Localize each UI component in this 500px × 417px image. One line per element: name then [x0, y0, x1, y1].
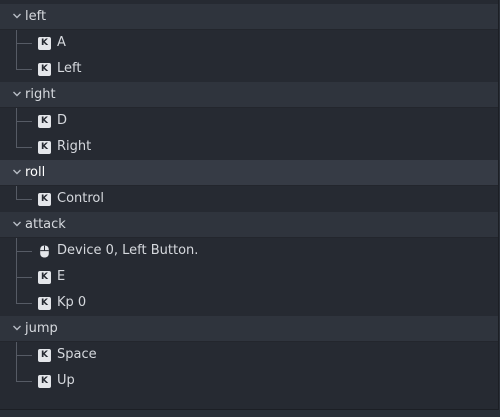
tree-guide-branch — [16, 69, 32, 70]
keyboard-key-icon: K — [38, 297, 51, 310]
input-map-tree[interactable]: left K A K Left right K D K Right roll K Control atta… — [0, 0, 499, 410]
tree-guide-branch — [16, 251, 32, 252]
tree-guide-branch — [16, 277, 32, 278]
mouse-icon — [40, 245, 49, 258]
tree-guide-branch — [16, 43, 32, 44]
chevron-down-icon[interactable] — [12, 11, 22, 21]
event-label: Left — [57, 61, 82, 76]
tree-guide-branch — [16, 199, 32, 200]
keyboard-key-icon: K — [38, 37, 51, 50]
chevron-down-icon[interactable] — [12, 89, 22, 99]
tree-guide-branch — [16, 381, 32, 382]
chevron-down-icon[interactable] — [12, 323, 22, 333]
event-row[interactable]: K Kp 0 — [0, 290, 498, 316]
event-row[interactable]: KE — [0, 264, 498, 290]
keyboard-key-icon: K — [38, 349, 51, 362]
event-label: Space — [57, 347, 97, 362]
event-row[interactable]: KA — [0, 30, 498, 56]
tree-guide-branch — [16, 355, 32, 356]
action-row-roll[interactable]: roll — [0, 160, 498, 186]
action-name: roll — [25, 165, 46, 180]
event-label: Device 0, Left Button. — [57, 243, 199, 258]
event-label: A — [57, 35, 66, 50]
action-row-left[interactable]: left — [0, 4, 498, 30]
keyboard-key-icon: K — [38, 63, 51, 76]
event-row[interactable]: KD — [0, 108, 498, 134]
event-row[interactable]: Device 0, Left Button. — [0, 238, 498, 264]
event-label: Up — [57, 373, 75, 388]
action-name: right — [25, 87, 56, 102]
action-row-jump[interactable]: jump — [0, 316, 498, 342]
chevron-down-icon[interactable] — [12, 219, 22, 229]
keyboard-key-icon: K — [38, 115, 51, 128]
event-label: Right — [57, 139, 92, 154]
event-row[interactable]: K Up — [0, 368, 498, 394]
keyboard-key-icon: K — [38, 193, 51, 206]
keyboard-key-icon: K — [38, 141, 51, 154]
event-label: E — [57, 269, 66, 284]
event-row[interactable]: K Space — [0, 342, 498, 368]
action-row-attack[interactable]: attack — [0, 212, 498, 238]
action-name: jump — [25, 321, 58, 336]
tree-guide-branch — [16, 303, 32, 304]
event-row[interactable]: K Left — [0, 56, 498, 82]
event-label: Control — [57, 191, 104, 206]
action-name: left — [25, 9, 47, 24]
keyboard-key-icon: K — [38, 271, 51, 284]
chevron-down-icon[interactable] — [12, 167, 22, 177]
action-name: attack — [25, 217, 66, 232]
event-row[interactable]: K Right — [0, 134, 498, 160]
action-row-right[interactable]: right — [0, 82, 498, 108]
tree-guide-branch — [16, 147, 32, 148]
event-row[interactable]: K Control — [0, 186, 498, 212]
event-label: Kp 0 — [57, 295, 87, 310]
event-label: D — [57, 113, 68, 128]
keyboard-key-icon: K — [38, 375, 51, 388]
tree-guide-branch — [16, 121, 32, 122]
